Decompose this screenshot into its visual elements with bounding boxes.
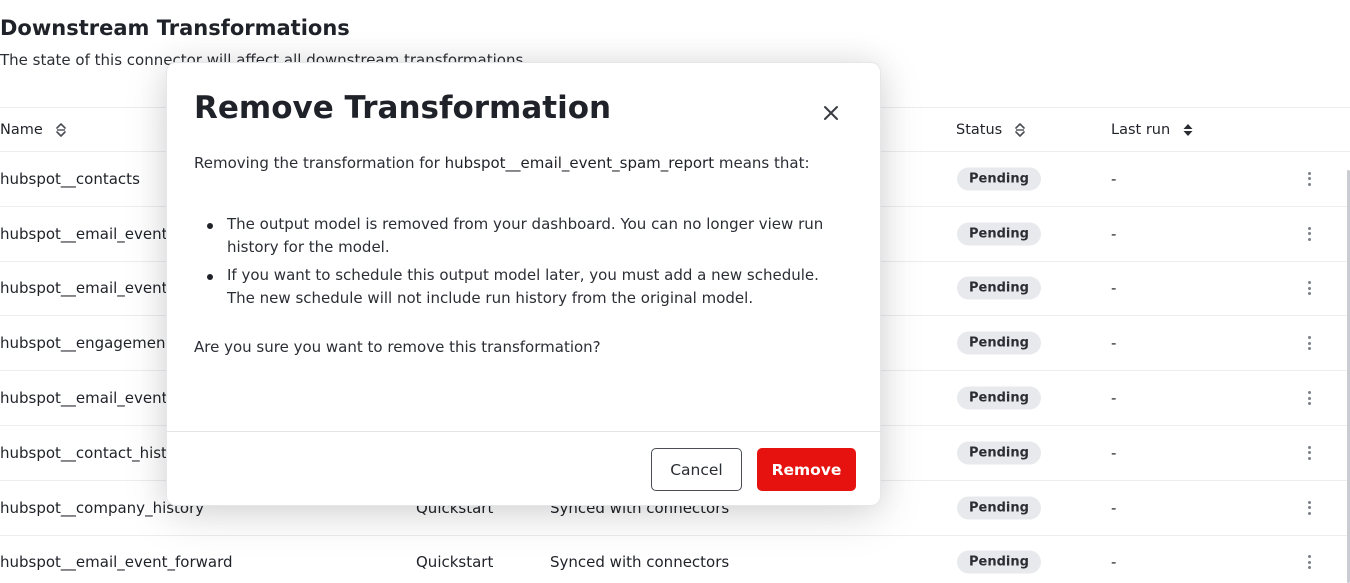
last-run-value: - bbox=[1111, 498, 1117, 517]
close-icon bbox=[824, 106, 838, 120]
status-badge: Pending bbox=[957, 222, 1041, 246]
sort-icon[interactable] bbox=[55, 122, 67, 138]
dialog-footer-divider bbox=[167, 431, 880, 432]
section-title: Downstream Transformations bbox=[0, 16, 350, 40]
status-badge: Pending bbox=[957, 496, 1041, 520]
kebab-menu-icon[interactable] bbox=[1302, 389, 1316, 407]
column-header-status[interactable]: Status bbox=[956, 120, 1026, 140]
last-run-value: - bbox=[1111, 443, 1117, 462]
transformation-name[interactable]: hubspot__email_event_ bbox=[0, 279, 175, 297]
kebab-menu-icon[interactable] bbox=[1302, 553, 1316, 571]
transformation-name[interactable]: hubspot__contacts bbox=[0, 170, 140, 188]
sort-icon[interactable] bbox=[1014, 122, 1026, 138]
kebab-menu-icon[interactable] bbox=[1302, 225, 1316, 243]
status-badge: Pending bbox=[957, 276, 1041, 300]
last-run-value: - bbox=[1111, 334, 1117, 353]
kebab-menu-icon[interactable] bbox=[1302, 279, 1316, 297]
table-row[interactable]: hubspot__email_event_forward Quickstart Sy… bbox=[0, 536, 1350, 583]
consequence-list: The output model is removed from your da… bbox=[207, 213, 847, 315]
kebab-menu-icon[interactable] bbox=[1302, 334, 1316, 352]
last-run-value: - bbox=[1111, 169, 1117, 188]
last-run-value: - bbox=[1111, 389, 1117, 408]
status-badge: Pending bbox=[957, 441, 1041, 465]
dialog-intro: Removing the transformation for hubspot_… bbox=[194, 154, 810, 172]
intro-suffix: means that: bbox=[714, 154, 810, 172]
last-run-value: - bbox=[1111, 224, 1117, 243]
transformation-name[interactable]: hubspot__email_event_ bbox=[0, 389, 175, 407]
column-header-name[interactable]: Name bbox=[0, 120, 67, 140]
transformation-name[interactable]: hubspot__email_event_ bbox=[0, 225, 175, 243]
column-header-label: Last run bbox=[1111, 122, 1171, 138]
close-button[interactable] bbox=[819, 101, 843, 125]
transformation-name[interactable]: hubspot__contact_histo bbox=[0, 444, 176, 462]
list-item: If you want to schedule this output mode… bbox=[207, 264, 847, 310]
column-header-label: Status bbox=[956, 122, 1003, 138]
list-item: The output model is removed from your da… bbox=[207, 213, 847, 259]
sort-active-icon[interactable] bbox=[1182, 122, 1194, 138]
remove-transformation-dialog: Remove Transformation Removing the trans… bbox=[166, 62, 881, 506]
column-header-label: Name bbox=[0, 122, 43, 138]
transformation-schedule: Synced with connectors bbox=[550, 553, 730, 572]
column-header-last-run[interactable]: Last run bbox=[1111, 120, 1194, 140]
intro-prefix: Removing the transformation for bbox=[194, 154, 445, 172]
status-badge: Pending bbox=[957, 550, 1041, 574]
last-run-value: - bbox=[1111, 279, 1117, 298]
model-name: hubspot__email_event_spam_report bbox=[444, 154, 715, 172]
last-run-value: - bbox=[1111, 553, 1117, 572]
status-badge: Pending bbox=[957, 331, 1041, 355]
transformation-name[interactable]: hubspot__engagement bbox=[0, 334, 171, 352]
confirm-question: Are you sure you want to remove this tra… bbox=[194, 338, 601, 356]
remove-button[interactable]: Remove bbox=[757, 448, 856, 491]
kebab-menu-icon[interactable] bbox=[1302, 170, 1316, 188]
status-badge: Pending bbox=[957, 167, 1041, 191]
status-badge: Pending bbox=[957, 386, 1041, 410]
kebab-menu-icon[interactable] bbox=[1302, 499, 1316, 517]
cancel-button[interactable]: Cancel bbox=[651, 448, 742, 491]
dialog-title: Remove Transformation bbox=[194, 90, 612, 126]
page: Downstream Transformations The state of … bbox=[0, 0, 1350, 583]
kebab-menu-icon[interactable] bbox=[1302, 444, 1316, 462]
transformation-name[interactable]: hubspot__email_event_forward bbox=[0, 553, 233, 571]
transformation-type: Quickstart bbox=[416, 553, 494, 572]
